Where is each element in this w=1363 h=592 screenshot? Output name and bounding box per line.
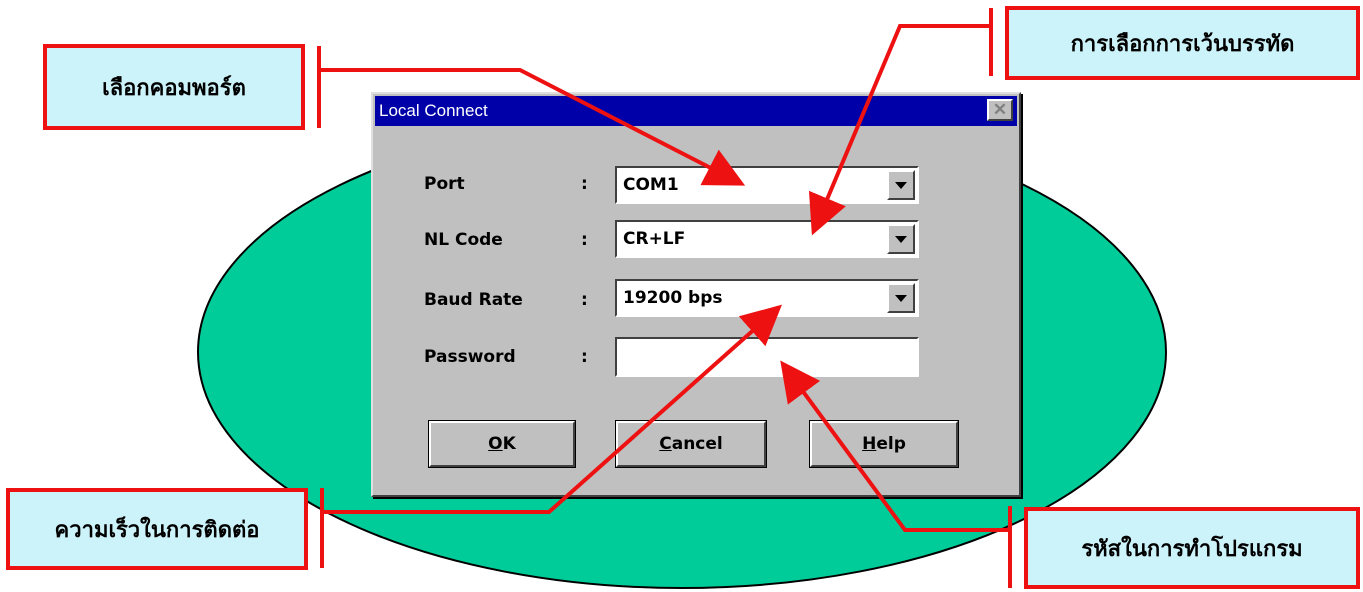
- callout-nl-code-text: การเลือกการเว้นบรรทัด: [1070, 30, 1295, 57]
- port-colon: :: [581, 174, 588, 194]
- callout-port-text: เลือกคอมพอร์ต: [102, 74, 246, 101]
- port-label: Port: [424, 174, 465, 194]
- help-button[interactable]: Help: [810, 421, 958, 467]
- callout-password: รหัสในการทำโปรแกรม: [1024, 507, 1360, 589]
- nl-code-colon: :: [581, 230, 588, 250]
- nl-code-label: NL Code: [424, 230, 503, 250]
- cancel-button[interactable]: Cancel: [616, 421, 766, 467]
- local-connect-dialog: Local Connect ✕ Port : COM1 NL Code : CR…: [371, 92, 1021, 497]
- baud-rate-dropdown-button[interactable]: [887, 283, 915, 313]
- callout-nl-code: การเลือกการเว้นบรรทัด: [1005, 6, 1360, 80]
- chevron-down-icon: [895, 294, 907, 302]
- ok-label: K: [502, 434, 516, 454]
- nl-code-value: CR+LF: [623, 229, 686, 249]
- close-icon: ✕: [992, 100, 1008, 119]
- baud-rate-label: Baud Rate: [424, 290, 523, 310]
- callout-port: เลือกคอมพอร์ต: [43, 44, 305, 130]
- password-field[interactable]: [615, 337, 919, 377]
- dialog-titlebar[interactable]: Local Connect ✕: [375, 96, 1017, 126]
- nl-code-select[interactable]: CR+LF: [615, 220, 919, 258]
- baud-rate-value: 19200 bps: [623, 288, 723, 308]
- close-button[interactable]: ✕: [987, 99, 1013, 121]
- password-label: Password: [424, 347, 516, 367]
- callout-baud-rate-text: ความเร็วในการติดต่อ: [54, 516, 260, 543]
- port-select[interactable]: COM1: [615, 166, 919, 204]
- callout-baud-rate: ความเร็วในการติดต่อ: [6, 488, 308, 570]
- password-colon: :: [581, 347, 588, 367]
- cancel-mnemonic: C: [659, 434, 672, 454]
- cancel-label: ancel: [671, 434, 723, 454]
- chevron-down-icon: [895, 181, 907, 189]
- help-mnemonic: H: [862, 434, 877, 454]
- callout-password-text: รหัสในการทำโปรแกรม: [1081, 535, 1303, 562]
- chevron-down-icon: [895, 235, 907, 243]
- baud-rate-select[interactable]: 19200 bps: [615, 279, 919, 317]
- ok-button[interactable]: OK: [429, 421, 575, 467]
- dialog-title: Local Connect: [379, 101, 488, 120]
- port-dropdown-button[interactable]: [887, 170, 915, 200]
- nl-code-dropdown-button[interactable]: [887, 224, 915, 254]
- baud-rate-colon: :: [581, 290, 588, 310]
- port-value: COM1: [623, 175, 679, 195]
- help-label: elp: [876, 434, 906, 454]
- ok-mnemonic: O: [488, 434, 503, 454]
